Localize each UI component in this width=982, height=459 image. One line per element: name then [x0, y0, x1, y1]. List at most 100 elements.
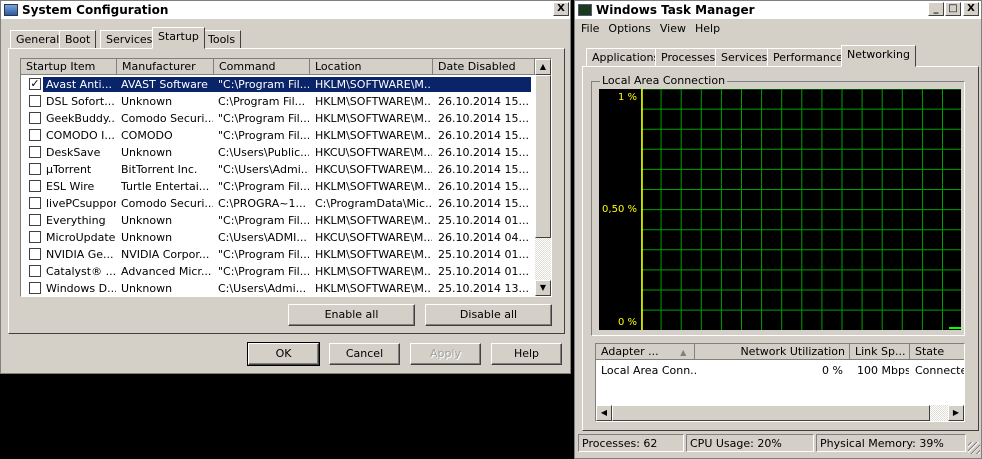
- column-header-command[interactable]: Command: [214, 59, 310, 75]
- table-row[interactable]: µTorrent BitTorrent Inc. "C:\Users\Admi...…: [21, 161, 531, 178]
- startup-item-checkbox[interactable]: [29, 163, 41, 175]
- startup-item-checkbox[interactable]: [29, 214, 41, 226]
- column-header-location[interactable]: Location: [310, 59, 433, 75]
- table-row[interactable]: DSL Sofort... Unknown C:\Program Fil... HKL…: [21, 93, 531, 110]
- column-header-adapter[interactable]: Adapter ... ▲: [596, 344, 695, 360]
- sort-ascending-icon: ▲: [680, 348, 687, 357]
- cell-date: 26.10.2014 04...: [438, 231, 529, 244]
- startup-item-checkbox[interactable]: [29, 95, 41, 107]
- cell-manufacturer: AVAST Software: [121, 78, 208, 91]
- startup-item-checkbox[interactable]: ✓: [29, 78, 41, 90]
- table-row[interactable]: Catalyst® ... Advanced Micr... "C:\Program…: [21, 263, 531, 280]
- table-row[interactable]: Everything Unknown "C:\Program Fil... HKLM\…: [21, 212, 531, 229]
- help-button[interactable]: Help: [491, 343, 562, 365]
- cell-command: "C:\Program Fil...: [218, 180, 309, 193]
- cell-location: HKCU\SOFTWARE\M...: [315, 163, 432, 176]
- startup-items-list[interactable]: Startup Item Manufacturer Command Locati…: [20, 58, 552, 297]
- adapter-table[interactable]: Adapter ... ▲ Network Utilization Link S…: [595, 343, 965, 422]
- table-row[interactable]: MicroUpdate Unknown C:\Users\ADMI... HKCU\S…: [21, 229, 531, 246]
- cell-location: C:\ProgramData\Mic...: [315, 197, 432, 210]
- startup-item-checkbox[interactable]: [29, 146, 41, 158]
- startup-item-checkbox[interactable]: [29, 265, 41, 277]
- cell-manufacturer: Turtle Entertai...: [121, 180, 210, 193]
- cancel-button[interactable]: Cancel: [329, 343, 400, 365]
- table-row[interactable]: ESL Wire Turtle Entertai... "C:\Program Fi…: [21, 178, 531, 195]
- y-label-max: 1 %: [617, 92, 637, 103]
- column-header-date-disabled[interactable]: Date Disabled: [433, 59, 535, 75]
- syscfg-close-button[interactable]: X: [553, 2, 569, 16]
- table-row[interactable]: COMODO I... COMODO "C:\Program Fil... HKLM\…: [21, 127, 531, 144]
- tab-networking[interactable]: Networking: [841, 45, 916, 67]
- taskmgr-close-button[interactable]: X: [963, 2, 979, 16]
- menu-options[interactable]: Options: [608, 22, 650, 35]
- syscfg-titlebar[interactable]: System Configuration X: [1, 1, 570, 19]
- syscfg-title: System Configuration: [22, 3, 169, 17]
- tab-startup[interactable]: Startup: [152, 27, 205, 49]
- tab-general[interactable]: General: [10, 30, 66, 49]
- maximize-button[interactable]: □: [945, 2, 961, 16]
- cell-manufacturer: Comodo Securi...: [121, 112, 213, 125]
- scroll-down-arrow-icon[interactable]: ▼: [535, 280, 551, 296]
- cell-date: 25.10.2014 01...: [438, 265, 529, 278]
- table-row[interactable]: DeskSave Unknown C:\Users\Public... HKCU\SO…: [21, 144, 531, 161]
- table-row[interactable]: NVIDIA Ge... NVIDIA Corpor... "C:\Program …: [21, 246, 531, 263]
- column-header-manufacturer[interactable]: Manufacturer: [117, 59, 214, 75]
- link-speed-cell: 100 Mbps: [857, 364, 909, 377]
- adapter-table-horizontal-scrollbar[interactable]: ◀ ▶: [596, 405, 964, 421]
- enable-all-button[interactable]: Enable all: [288, 304, 415, 326]
- startup-item-checkbox[interactable]: [29, 129, 41, 141]
- task-manager-window: Windows Task Manager _ □ X File Options …: [574, 0, 982, 459]
- table-row[interactable]: livePCsupport Comodo Securi... C:\PROGRA~1…: [21, 195, 531, 212]
- disable-all-button[interactable]: Disable all: [425, 304, 552, 326]
- startup-item-checkbox[interactable]: [29, 180, 41, 192]
- cell-item: GeekBuddy...: [46, 112, 116, 125]
- cell-manufacturer: Advanced Micr...: [121, 265, 212, 278]
- minimize-button[interactable]: _: [928, 2, 944, 16]
- tab-services-tm[interactable]: Services: [715, 48, 774, 67]
- startup-item-checkbox[interactable]: [29, 112, 41, 124]
- apply-button[interactable]: Apply: [410, 343, 481, 365]
- scroll-right-arrow-icon[interactable]: ▶: [948, 405, 964, 421]
- startup-item-checkbox[interactable]: [29, 197, 41, 209]
- tab-applications[interactable]: Applications: [586, 48, 666, 67]
- tab-processes[interactable]: Processes: [655, 48, 722, 67]
- cell-command: C:\Users\Admi...: [218, 282, 307, 295]
- cell-command: "C:\Program Fil...: [218, 214, 309, 227]
- startup-item-checkbox[interactable]: [29, 282, 41, 294]
- tab-boot[interactable]: Boot: [59, 30, 97, 49]
- ok-button[interactable]: OK: [247, 342, 320, 366]
- scroll-thumb[interactable]: [535, 75, 551, 238]
- horizontal-scroll-thumb[interactable]: [612, 405, 930, 421]
- status-cpu-usage: CPU Usage: 20%: [686, 434, 814, 452]
- resize-grip-icon[interactable]: [968, 442, 980, 454]
- network-utilization-graph: 1 % 0,50 % 0 %: [599, 89, 961, 330]
- menu-bar: File Options View Help: [581, 22, 729, 35]
- adapter-name-cell[interactable]: Local Area Conn...: [601, 362, 696, 379]
- table-row[interactable]: GeekBuddy... Comodo Securi... "C:\Program …: [21, 110, 531, 127]
- cell-date: 25.10.2014 01...: [438, 214, 529, 227]
- disable-all-label: Disable all: [459, 308, 518, 321]
- task-manager-app-icon: [578, 4, 592, 16]
- menu-view[interactable]: View: [660, 22, 686, 35]
- table-row[interactable]: ✓ Avast Anti... AVAST Software "C:\Program …: [21, 76, 531, 93]
- column-header-startup-item[interactable]: Startup Item: [21, 59, 117, 75]
- startup-item-checkbox[interactable]: [29, 248, 41, 260]
- table-row[interactable]: Windows D... Unknown C:\Users\Admi... HKLM\…: [21, 280, 531, 296]
- column-header-link-speed[interactable]: Link Sp...: [850, 344, 910, 360]
- menu-help[interactable]: Help: [695, 22, 720, 35]
- startup-list-vertical-scrollbar[interactable]: ▲ ▼: [535, 59, 551, 296]
- column-header-network-utilization[interactable]: Network Utilization: [695, 344, 850, 360]
- taskmgr-titlebar[interactable]: Windows Task Manager _ □ X: [575, 1, 981, 19]
- tab-services[interactable]: Services: [100, 30, 159, 49]
- scroll-left-arrow-icon[interactable]: ◀: [596, 405, 612, 421]
- column-header-state[interactable]: State: [910, 344, 964, 360]
- cell-manufacturer: BitTorrent Inc.: [121, 163, 198, 176]
- cell-location: HKLM\SOFTWARE\M...: [315, 129, 432, 142]
- tab-performance[interactable]: Performance: [767, 48, 849, 67]
- menu-file[interactable]: File: [581, 22, 599, 35]
- scroll-up-arrow-icon[interactable]: ▲: [535, 59, 551, 75]
- startup-item-checkbox[interactable]: [29, 231, 41, 243]
- cell-command: C:\Users\ADMI...: [218, 231, 307, 244]
- tab-tools[interactable]: Tools: [202, 30, 242, 49]
- cell-location: HKLM\SOFTWARE\M...: [315, 95, 432, 108]
